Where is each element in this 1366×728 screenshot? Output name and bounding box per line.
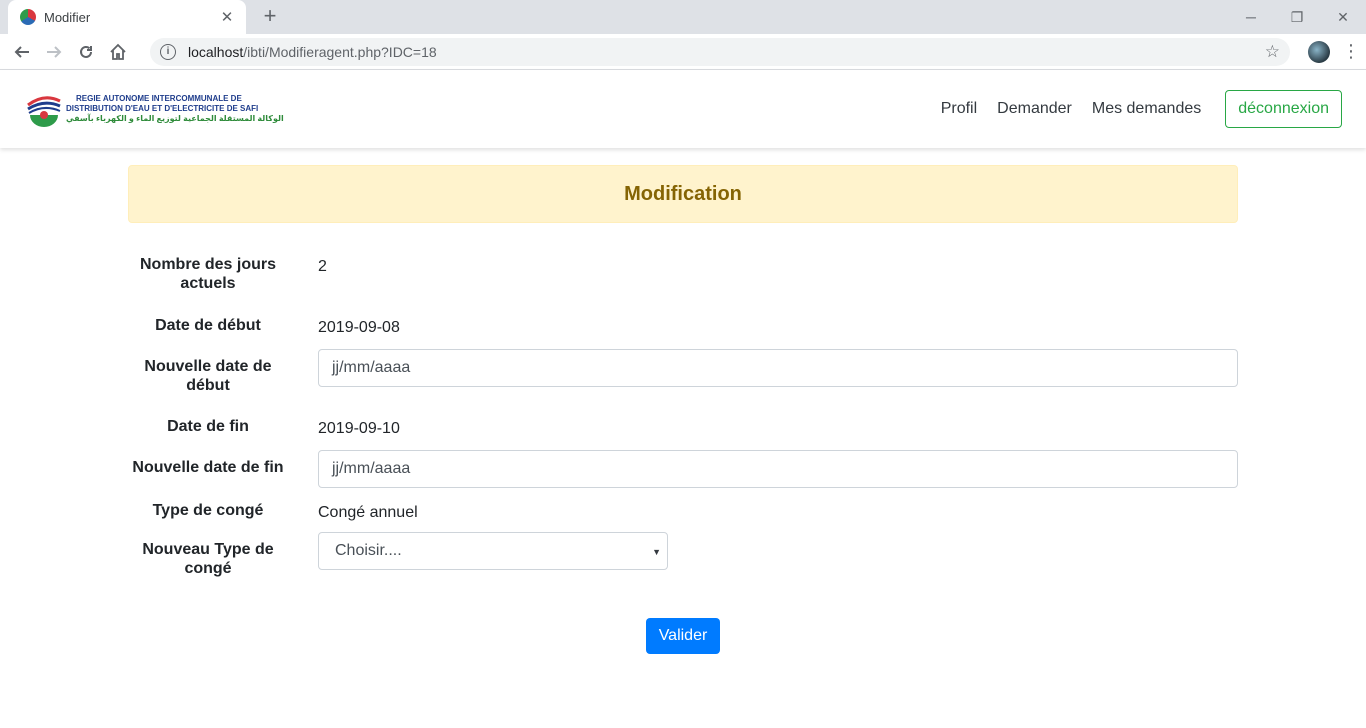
nav-link-demander[interactable]: Demander — [987, 100, 1082, 118]
logo-text-line3: الوكالة المستقلة الجماعية لتوزيع الماء و… — [66, 114, 284, 123]
date-debut-value: 2019-09-08 — [318, 319, 400, 336]
logout-button[interactable]: déconnexion — [1225, 90, 1342, 128]
back-button[interactable] — [8, 38, 36, 66]
logo-emblem-icon — [27, 96, 61, 127]
row-type-conge: Type de congé Congé annuel — [128, 491, 1238, 532]
row-date-fin: Date de fin 2019-09-10 — [128, 409, 1238, 450]
logo-text-line2: DISTRIBUTION D'EAU ET D'ELECTRICITE DE S… — [66, 104, 259, 113]
page-title-banner: Modification — [128, 165, 1238, 223]
logo-text-line1: REGIE AUTONOME INTERCOMMUNALE DE — [76, 94, 242, 103]
reload-icon — [80, 45, 92, 58]
type-conge-value: Congé annuel — [318, 504, 418, 521]
valider-button[interactable]: Valider — [645, 618, 721, 654]
address-bar[interactable]: i localhost/ibti/Modifieragent.php?IDC=1… — [150, 37, 1290, 66]
close-tab-icon[interactable]: ✕ — [218, 8, 236, 26]
tab-title: Modifier — [44, 9, 91, 25]
nouveau-type-conge-select[interactable]: Choisir.... ▼ — [318, 532, 668, 570]
new-tab-button[interactable]: + — [258, 5, 282, 29]
restore-button[interactable]: ❐ — [1274, 0, 1320, 34]
arrow-left-icon — [14, 45, 29, 58]
date-fin-label: Date de fin — [167, 418, 249, 435]
home-icon — [110, 43, 126, 60]
select-selected-value: Choisir.... — [335, 542, 402, 559]
site-favicon-icon — [20, 9, 36, 25]
forward-button[interactable] — [40, 38, 68, 66]
browser-tab[interactable]: Modifier ✕ — [8, 0, 246, 34]
home-button[interactable] — [104, 38, 132, 66]
row-jours: Nombre des jours actuels 2 — [128, 247, 1238, 308]
row-nouveau-type-conge: Nouveau Type de congé Choisir.... ▼ — [128, 532, 1238, 580]
url-host: localhost — [188, 43, 244, 60]
site-logo[interactable]: REGIE AUTONOME INTERCOMMUNALE DE DISTRIB… — [26, 91, 284, 127]
main-container: Modification Nombre des jours actuels 2 … — [128, 165, 1238, 654]
type-conge-label: Type de congé — [152, 502, 264, 519]
chevron-down-icon: ▼ — [652, 547, 661, 557]
arrow-right-icon — [47, 45, 62, 58]
bookmark-star-icon[interactable]: ☆ — [1265, 42, 1280, 62]
nouvelle-date-debut-label: Nouvelle date de début — [144, 358, 272, 394]
page-title: Modification — [624, 182, 742, 205]
profile-avatar[interactable] — [1308, 40, 1330, 63]
browser-toolbar: i localhost/ibti/Modifieragent.php?IDC=1… — [0, 34, 1366, 70]
nav-link-profil[interactable]: Profil — [931, 100, 987, 118]
jours-value: 2 — [318, 258, 327, 275]
browser-menu-icon[interactable]: ⋮ — [1342, 41, 1360, 62]
reload-button[interactable] — [72, 38, 100, 66]
row-date-debut: Date de début 2019-09-08 — [128, 308, 1238, 349]
site-navbar: REGIE AUTONOME INTERCOMMUNALE DE DISTRIB… — [0, 70, 1366, 148]
nouvelle-date-debut-input[interactable]: jj/mm/aaaa — [318, 349, 1238, 387]
window-close-button[interactable]: ✕ — [1320, 0, 1366, 34]
browser-tabbar: Modifier ✕ + ─ ❐ ✕ — [0, 0, 1366, 34]
minimize-button[interactable]: ─ — [1228, 0, 1274, 34]
date-fin-value: 2019-09-10 — [318, 420, 400, 437]
date-debut-label: Date de début — [155, 317, 261, 334]
nav-link-mes-demandes[interactable]: Mes demandes — [1082, 100, 1211, 118]
row-nouvelle-date-debut: Nouvelle date de début jj/mm/aaaa — [128, 349, 1238, 409]
jours-label: Nombre des jours actuels — [139, 256, 277, 292]
nouvelle-date-fin-input[interactable]: jj/mm/aaaa — [318, 450, 1238, 488]
nouveau-type-conge-label: Nouveau Type de congé — [142, 541, 274, 577]
url-path: /ibti/Modifieragent.php?IDC=18 — [243, 43, 437, 60]
window-controls: ─ ❐ ✕ — [1228, 0, 1366, 34]
row-nouvelle-date-fin: Nouvelle date de fin jj/mm/aaaa — [128, 450, 1238, 491]
modification-form: Nombre des jours actuels 2 Date de début… — [128, 247, 1238, 654]
nouvelle-date-fin-label: Nouvelle date de fin — [132, 459, 284, 476]
info-icon[interactable]: i — [160, 43, 176, 60]
